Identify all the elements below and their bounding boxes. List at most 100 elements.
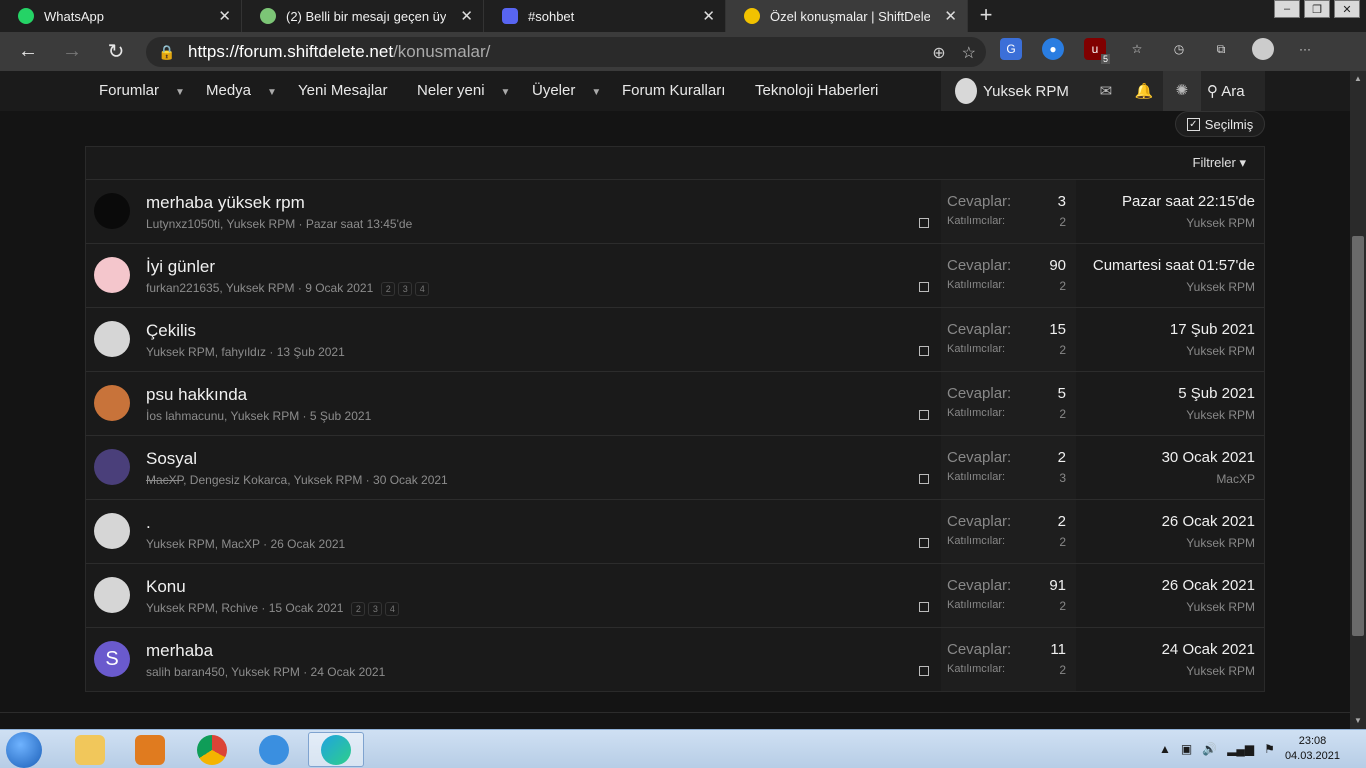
- add-icon[interactable]: ⊕: [932, 43, 945, 63]
- avatar[interactable]: [94, 385, 130, 421]
- conversation-title[interactable]: Çekilis: [146, 321, 196, 341]
- last-message-user[interactable]: Yuksek RPM: [1162, 664, 1255, 678]
- search-button[interactable]: ⚲ Ara: [1207, 82, 1245, 100]
- page-link[interactable]: 4: [385, 602, 400, 616]
- nav-forum-rules[interactable]: Forum Kuralları: [622, 71, 725, 111]
- close-window-button[interactable]: ✕: [1334, 0, 1360, 18]
- last-message-date[interactable]: Pazar saat 22:15'de: [1122, 193, 1255, 210]
- avatar[interactable]: [94, 577, 130, 613]
- restore-button[interactable]: ❐: [1304, 0, 1330, 18]
- profile-icon[interactable]: [1252, 38, 1274, 60]
- tray-app-icon[interactable]: ▣: [1181, 742, 1192, 756]
- bell-icon[interactable]: 🔔: [1125, 82, 1163, 100]
- taskbar-chrome[interactable]: [184, 732, 240, 767]
- last-message-date[interactable]: 26 Ocak 2021: [1162, 577, 1255, 594]
- nav-members[interactable]: Üyeler ▼: [532, 71, 601, 111]
- last-message-user[interactable]: Yuksek RPM: [1162, 600, 1255, 614]
- tab-forum-post[interactable]: (2) Belli bir mesajı geçen üyelere ✕: [242, 0, 484, 32]
- caret-down-icon[interactable]: ▼: [267, 87, 277, 98]
- last-message-date[interactable]: 5 Şub 2021: [1178, 385, 1255, 402]
- refresh-button[interactable]: ↻: [94, 39, 138, 64]
- scroll-up-arrow[interactable]: ▲: [1350, 71, 1366, 87]
- tray-expand-icon[interactable]: ▲: [1159, 742, 1171, 756]
- page-scrollbar[interactable]: ▲ ▼: [1350, 71, 1366, 729]
- conversation-row[interactable]: psu hakkında İos lahmacunu, Yuksek RPM ·…: [86, 372, 1264, 436]
- favorites-icon[interactable]: ☆: [1126, 38, 1148, 60]
- flag-icon[interactable]: ⚑: [1264, 742, 1275, 756]
- last-message-date[interactable]: Cumartesi saat 01:57'de: [1093, 257, 1255, 274]
- avatar[interactable]: [94, 449, 130, 485]
- conversation-row[interactable]: Konu Yuksek RPM, Rchive · 15 Ocak 2021 2 3…: [86, 564, 1264, 628]
- avatar[interactable]: S: [94, 641, 130, 677]
- scroll-down-arrow[interactable]: ▼: [1350, 713, 1366, 729]
- tab-discord[interactable]: #sohbet ✕: [484, 0, 726, 32]
- more-menu-icon[interactable]: ···: [1294, 38, 1316, 60]
- select-checkbox[interactable]: [919, 666, 929, 676]
- last-message-user[interactable]: Yuksek RPM: [1122, 216, 1255, 230]
- participants-list[interactable]: İos lahmacunu, Yuksek RPM: [146, 409, 299, 423]
- last-message-user[interactable]: Yuksek RPM: [1178, 408, 1255, 422]
- page-link[interactable]: 2: [381, 282, 396, 296]
- forward-button[interactable]: →: [50, 40, 94, 63]
- scroll-thumb[interactable]: [1352, 236, 1364, 636]
- last-message-user[interactable]: Yuksek RPM: [1162, 536, 1255, 550]
- close-tab-icon[interactable]: ✕: [460, 7, 473, 25]
- favorite-star-icon[interactable]: ☆: [962, 43, 976, 63]
- user-name-link[interactable]: Yuksek RPM: [983, 83, 1069, 100]
- participants-list[interactable]: , Dengesiz Kokarca, Yuksek RPM: [183, 473, 362, 487]
- caret-down-icon[interactable]: ▼: [591, 87, 601, 98]
- participants-list[interactable]: Yuksek RPM, Rchive: [146, 601, 258, 615]
- select-checkbox[interactable]: [919, 410, 929, 420]
- ublock-extension-icon[interactable]: u5: [1084, 38, 1110, 64]
- conversation-row[interactable]: İyi günler furkan221635, Yuksek RPM · 9 …: [86, 244, 1264, 308]
- taskbar-explorer[interactable]: [62, 732, 118, 767]
- taskbar-internet-explorer[interactable]: [246, 732, 302, 767]
- clock[interactable]: 23:08 04.03.2021: [1285, 734, 1340, 764]
- last-message-user[interactable]: Yuksek RPM: [1170, 344, 1255, 358]
- caret-down-icon[interactable]: ▼: [175, 87, 185, 98]
- start-button[interactable]: [6, 732, 42, 768]
- volume-icon[interactable]: 🔊: [1202, 742, 1217, 756]
- select-checkbox[interactable]: [919, 474, 929, 484]
- participants-list[interactable]: salih baran450, Yuksek RPM: [146, 665, 300, 679]
- avatar[interactable]: [94, 513, 130, 549]
- nav-media[interactable]: Medya ▼: [206, 71, 277, 111]
- selected-filter-pill[interactable]: ✓ Seçilmiş: [1175, 111, 1265, 137]
- tab-private-conversations[interactable]: Özel konuşmalar | ShiftDelete.Net ✕: [726, 0, 968, 32]
- last-message-date[interactable]: 17 Şub 2021: [1170, 321, 1255, 338]
- select-checkbox[interactable]: [919, 218, 929, 228]
- conversation-row[interactable]: merhaba yüksek rpm Lutynxz1050ti, Yuksek…: [86, 180, 1264, 244]
- conversation-row[interactable]: S merhaba salih baran450, Yuksek RPM · 2…: [86, 628, 1264, 692]
- conversation-title[interactable]: .: [146, 513, 151, 533]
- last-message-date[interactable]: 26 Ocak 2021: [1162, 513, 1255, 530]
- translate-extension-icon[interactable]: G: [1000, 38, 1022, 60]
- conversation-row[interactable]: Sosyal MacXP, Dengesiz Kokarca, Yuksek R…: [86, 436, 1264, 500]
- close-tab-icon[interactable]: ✕: [218, 7, 231, 25]
- close-tab-icon[interactable]: ✕: [944, 7, 957, 25]
- page-link[interactable]: 3: [368, 602, 383, 616]
- conversation-title[interactable]: İyi günler: [146, 257, 215, 277]
- avatar[interactable]: [94, 321, 130, 357]
- select-checkbox[interactable]: [919, 282, 929, 292]
- theme-bulb-icon[interactable]: ✺: [1162, 71, 1201, 111]
- last-message-date[interactable]: 30 Ocak 2021: [1162, 449, 1255, 466]
- participants-list[interactable]: Yuksek RPM, MacXP: [146, 537, 260, 551]
- mail-icon[interactable]: ✉: [1087, 82, 1125, 100]
- conversation-title[interactable]: Konu: [146, 577, 186, 597]
- page-link[interactable]: 4: [415, 282, 430, 296]
- address-bar[interactable]: 🔒 https://forum.shiftdelete.net/konusmal…: [146, 37, 986, 67]
- nav-new-posts[interactable]: Yeni Mesajlar: [298, 71, 388, 111]
- avatar[interactable]: [94, 257, 130, 293]
- participants-list[interactable]: Yuksek RPM, fahyıldız: [146, 345, 266, 359]
- nav-whats-new[interactable]: Neler yeni ▼: [417, 71, 510, 111]
- conversation-title[interactable]: Sosyal: [146, 449, 197, 469]
- caret-down-icon[interactable]: ▼: [501, 87, 511, 98]
- nav-tech-news[interactable]: Teknoloji Haberleri: [755, 71, 878, 111]
- globe-extension-icon[interactable]: ●: [1042, 38, 1064, 60]
- close-tab-icon[interactable]: ✕: [702, 7, 715, 25]
- participants-list[interactable]: Lutynxz1050ti, Yuksek RPM: [146, 217, 295, 231]
- select-checkbox[interactable]: [919, 538, 929, 548]
- last-message-user[interactable]: Yuksek RPM: [1093, 280, 1255, 294]
- history-icon[interactable]: ◷: [1168, 38, 1190, 60]
- conversation-row[interactable]: Çekilis Yuksek RPM, fahyıldız · 13 Şub 2…: [86, 308, 1264, 372]
